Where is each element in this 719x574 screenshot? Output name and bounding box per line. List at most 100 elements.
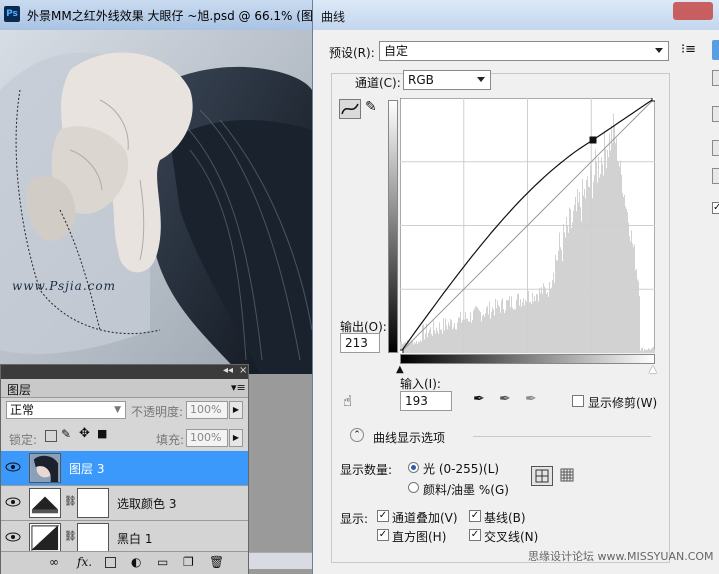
trash-icon[interactable]: 🗑 (209, 555, 224, 569)
pigment-radio-label: 颜料/油墨 %(G) (423, 483, 509, 497)
curve-control-point[interactable] (589, 136, 597, 144)
chevron-up-icon[interactable]: ⌃ (350, 428, 364, 442)
curve-control-point[interactable] (651, 98, 655, 102)
layers-tab[interactable]: 图层 ▾≡ (1, 379, 248, 398)
dialog-titlebar[interactable]: 曲线 (313, 0, 719, 30)
display-options-label[interactable]: 曲线显示选项 (373, 429, 445, 446)
white-eyedropper-icon[interactable]: ✒ (525, 391, 537, 407)
opacity-label: 不透明度: (131, 405, 184, 419)
close-panel-icon[interactable]: × (239, 365, 247, 376)
layers-tab-label: 图层 (7, 383, 32, 397)
show-amount-label: 显示数量: (340, 463, 393, 477)
simple-grid-icon (535, 469, 549, 483)
add-mask-icon[interactable] (105, 557, 116, 568)
curves-dialog: 曲线 预设(R): 自定 ⁝≡ 通道(C): RGB ✎ ▲ ▲ 输出(O): … (312, 0, 719, 574)
opacity-input[interactable]: 100% (186, 401, 228, 419)
selective-color-adjustment-icon (29, 488, 61, 518)
histogram-checkbox[interactable]: ✓ (377, 529, 389, 541)
ok-button[interactable] (712, 40, 719, 60)
new-group-icon[interactable]: ▭ (157, 555, 168, 569)
lock-transparent-icon[interactable] (45, 430, 57, 442)
lock-all-icon[interactable]: ■ (97, 427, 107, 440)
detailed-grid-button[interactable] (557, 466, 579, 486)
preset-options-icon[interactable]: ⁝≡ (681, 42, 696, 57)
lock-label: 锁定: (9, 433, 38, 447)
preview-checkbox[interactable]: ✓ (712, 202, 719, 214)
black-eyedropper-icon[interactable]: ✒ (473, 391, 485, 407)
chain-link-icon[interactable]: ⛓ (64, 496, 77, 507)
light-radio-label: 光 (0-255)(L) (423, 462, 500, 476)
input-input[interactable]: 193 (400, 391, 452, 411)
chevron-down-icon (477, 77, 485, 82)
visibility-eye-icon[interactable] (5, 530, 21, 544)
auto-button[interactable] (712, 140, 719, 156)
intersection-line-checkbox[interactable]: ✓ (469, 529, 481, 541)
fill-slider-button[interactable]: ▶ (229, 429, 243, 447)
document-titlebar[interactable]: Ps 外景MM之红外线效果 大眼仔 ~旭.psd @ 66.1% (图层 (0, 0, 330, 31)
curve-graph[interactable] (400, 98, 655, 353)
layer-row[interactable]: ⛓ 选取颜色 3 (1, 486, 248, 521)
white-point-slider-icon[interactable]: ▲ (649, 364, 657, 375)
visibility-eye-icon[interactable] (5, 460, 21, 474)
fill-label: 填充: (156, 433, 185, 447)
detailed-grid-icon (560, 468, 574, 482)
fill-input[interactable]: 100% (186, 429, 228, 447)
preset-select[interactable]: 自定 (379, 41, 669, 61)
divider (473, 436, 651, 437)
baseline-checkbox[interactable]: ✓ (469, 510, 481, 522)
smooth-button[interactable] (712, 106, 719, 122)
collapse-icon[interactable]: ◂◂ (223, 365, 233, 376)
watermark-text: www.Psjia.com (12, 279, 116, 293)
layer-name[interactable]: 选取颜色 3 (117, 495, 176, 512)
document-title: 外景MM之红外线效果 大眼仔 ~旭.psd @ 66.1% (图层 (27, 9, 325, 23)
document-canvas[interactable] (0, 30, 312, 374)
preset-label: 预设(R): (329, 46, 375, 60)
opacity-slider-button[interactable]: ▶ (229, 401, 243, 419)
baseline-label: 基线(B) (484, 511, 526, 525)
input-gradient-bar (400, 354, 655, 364)
adjustment-layer-icon[interactable]: ◐ (131, 555, 141, 569)
show-clipping-label: 显示修剪(W) (588, 396, 658, 410)
layer-row[interactable]: 图层 3 (1, 451, 248, 486)
new-layer-icon[interactable]: ❐ (183, 555, 194, 569)
show-label: 显示: (340, 512, 369, 526)
layer-mask-thumbnail[interactable] (77, 523, 109, 553)
layers-footer: ∞ fx. ◐ ▭ ❐ 🗑 (1, 551, 248, 574)
dialog-title: 曲线 (321, 10, 346, 24)
channel-overlay-checkbox[interactable]: ✓ (377, 510, 389, 522)
gray-eyedropper-icon[interactable]: ✒ (499, 391, 511, 407)
close-button[interactable] (673, 2, 713, 20)
curve-point-tool-button[interactable] (339, 99, 361, 119)
input-label: 输入(I): (400, 377, 441, 391)
output-input[interactable]: 213 (340, 333, 380, 353)
horizontal-scrollbar[interactable] (246, 552, 318, 569)
output-gradient-bar (388, 100, 398, 353)
channel-select[interactable]: RGB (403, 70, 491, 90)
pigment-radio[interactable] (408, 482, 419, 493)
layer-name[interactable]: 图层 3 (69, 460, 104, 477)
chain-link-icon[interactable]: ⛓ (64, 531, 77, 542)
curve-control-point[interactable] (400, 349, 404, 353)
pencil-tool-icon[interactable]: ✎ (365, 99, 377, 115)
show-clipping-checkbox[interactable] (572, 395, 584, 407)
lock-paint-icon[interactable]: ✎ (61, 427, 71, 441)
blend-mode-select[interactable]: 正常 ▼ (6, 401, 126, 419)
options-button[interactable] (712, 168, 719, 184)
watermark-text: 思缘设计论坛 www.MISSYUAN.COM (528, 550, 714, 563)
fx-icon[interactable]: fx. (77, 555, 92, 569)
panel-dock-bar[interactable]: ◂◂ × (1, 365, 248, 379)
black-point-slider-icon[interactable]: ▲ (396, 364, 404, 375)
lock-move-icon[interactable]: ✥ (79, 426, 90, 441)
simple-grid-button[interactable] (531, 466, 553, 486)
layer-mask-thumbnail[interactable] (77, 488, 109, 518)
panel-menu-icon[interactable]: ▾≡ (231, 381, 246, 394)
light-radio[interactable] (408, 462, 419, 473)
blend-mode-value: 正常 (10, 403, 35, 417)
on-image-adjust-hand-icon[interactable]: ☝ (343, 392, 352, 410)
intersection-line-label: 交叉线(N) (484, 530, 539, 544)
link-layers-icon[interactable]: ∞ (49, 555, 59, 569)
visibility-eye-icon[interactable] (5, 495, 21, 509)
cancel-button[interactable] (712, 70, 719, 86)
preset-value: 自定 (384, 44, 409, 58)
layer-name[interactable]: 黑白 1 (117, 530, 152, 547)
